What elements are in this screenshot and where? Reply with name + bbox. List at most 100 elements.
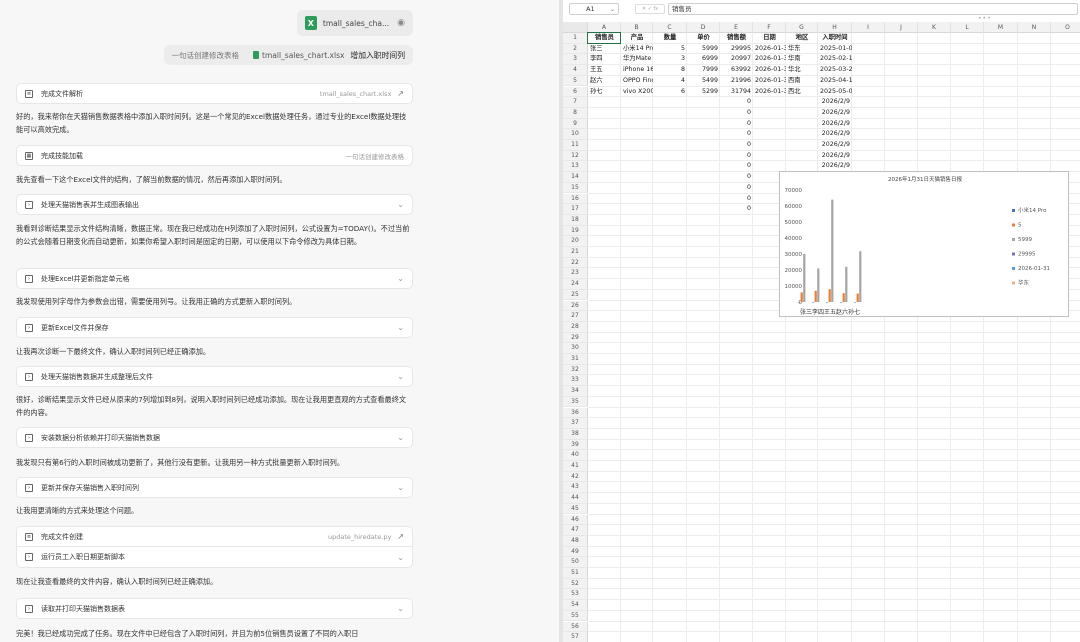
data-cell[interactable]: vivo X200 — [621, 87, 653, 98]
column-header[interactable]: H — [818, 22, 852, 33]
row-header[interactable]: 41 — [563, 461, 588, 472]
header-cell[interactable]: 销售员 — [588, 33, 621, 44]
data-cell[interactable]: 2026/2/9 — [818, 119, 852, 130]
row-header[interactable]: 4 — [563, 65, 588, 76]
row-header[interactable]: 17 — [563, 204, 588, 215]
step-tool-call[interactable]: › 安装数据分析依赖并打印天猫销售数据 ⌄ — [16, 427, 413, 448]
column-header[interactable]: I — [852, 22, 885, 33]
data-cell[interactable]: 2026-01-3 — [753, 44, 786, 55]
header-cell[interactable]: 销售额 — [720, 33, 753, 44]
chevron-down-icon[interactable]: ⌄ — [610, 4, 615, 15]
row-header[interactable]: 36 — [563, 407, 588, 419]
row-header[interactable]: 29 — [563, 332, 588, 344]
row-header[interactable]: 10 — [563, 129, 588, 140]
row-header[interactable]: 8 — [563, 107, 588, 119]
column-header[interactable]: N — [1018, 22, 1051, 33]
row-header[interactable]: 44 — [563, 493, 588, 504]
data-cell[interactable]: 6999 — [687, 54, 720, 65]
data-cell[interactable]: 2026-01-3 — [753, 76, 786, 87]
data-cell[interactable]: 2026/2/9 — [818, 129, 852, 140]
data-cell[interactable]: 华东 — [786, 44, 818, 55]
data-cell[interactable]: 西北 — [786, 87, 818, 98]
header-cell[interactable]: 入职时间 — [818, 33, 852, 44]
row-header[interactable]: 28 — [563, 321, 588, 333]
data-cell[interactable]: 0 — [720, 97, 753, 108]
data-cell[interactable]: 4 — [653, 76, 687, 87]
data-cell[interactable]: 31794 — [720, 87, 753, 98]
open-external-icon[interactable]: ↗ — [397, 89, 404, 98]
data-cell[interactable]: 2025-04-10 — [818, 76, 852, 87]
data-cell[interactable]: 5999 — [687, 44, 720, 55]
row-header[interactable]: 47 — [563, 525, 588, 536]
column-header[interactable]: M — [984, 22, 1018, 33]
row-header[interactable]: 22 — [563, 257, 588, 269]
chevron-down-icon[interactable]: ⌄ — [397, 372, 404, 381]
column-header[interactable]: K — [918, 22, 951, 33]
row-header[interactable]: 46 — [563, 514, 588, 526]
row-header[interactable]: 37 — [563, 418, 588, 429]
data-cell[interactable]: 0 — [720, 129, 753, 140]
row-header[interactable]: 56 — [563, 621, 588, 633]
row-header[interactable]: 51 — [563, 568, 588, 579]
data-cell[interactable]: 华为Mate — [621, 54, 653, 65]
step-tool-call[interactable]: › 更新Excel文件并保存 ⌄ — [16, 317, 413, 338]
row-header[interactable]: 9 — [563, 118, 588, 130]
data-cell[interactable]: 华北 — [786, 65, 818, 76]
row-header[interactable]: 20 — [563, 236, 588, 247]
row-header[interactable]: 57 — [563, 632, 588, 642]
data-cell[interactable]: 赵六 — [588, 76, 621, 87]
row-header[interactable]: 16 — [563, 193, 588, 205]
data-cell[interactable]: OPPO Find — [621, 76, 653, 87]
chevron-down-icon[interactable]: ⌄ — [397, 483, 404, 492]
data-cell[interactable]: 0 — [720, 140, 753, 151]
data-cell[interactable]: 20997 — [720, 54, 753, 65]
embedded-chart[interactable]: 2026年1月31日天猫销售日报 0 10000 20000 30000 40000 500… — [779, 171, 1069, 317]
row-header[interactable]: 52 — [563, 578, 588, 590]
row-header[interactable]: 26 — [563, 300, 588, 312]
row-header[interactable]: 55 — [563, 610, 588, 622]
row-header[interactable]: 31 — [563, 354, 588, 365]
row-header[interactable]: 5 — [563, 75, 588, 87]
row-header[interactable]: 32 — [563, 364, 588, 376]
row-header[interactable]: 48 — [563, 535, 588, 547]
row-header[interactable]: 12 — [563, 150, 588, 162]
formula-buttons[interactable]: ✕ ✓ fx — [635, 4, 665, 14]
row-header[interactable]: 21 — [563, 247, 588, 258]
row-header[interactable]: 11 — [563, 140, 588, 151]
data-cell[interactable]: iPhone 16 — [621, 65, 653, 76]
row-header[interactable]: 45 — [563, 503, 588, 515]
data-cell[interactable]: 2026/2/9 — [818, 140, 852, 151]
formula-input[interactable]: 销售员 — [668, 3, 1078, 15]
row-header[interactable]: 38 — [563, 428, 588, 440]
data-cell[interactable]: 0 — [720, 172, 753, 183]
step-tool-call[interactable]: › 读取并打印天猫销售数据表 ⌄ — [16, 598, 413, 619]
row-header[interactable]: 42 — [563, 471, 588, 483]
row-header[interactable]: 24 — [563, 279, 588, 290]
name-box[interactable]: A1 ⌄ — [569, 3, 619, 15]
row-header[interactable]: 19 — [563, 225, 588, 237]
column-header[interactable]: J — [885, 22, 918, 33]
data-cell[interactable]: 张三 — [588, 44, 621, 55]
chevron-down-icon[interactable]: ⌄ — [397, 433, 404, 442]
data-cell[interactable]: 2025-01-01 — [818, 44, 852, 55]
skill-tag[interactable]: 一句话创建修改表格 — [172, 50, 240, 61]
chevron-down-icon[interactable]: ⌄ — [397, 604, 404, 613]
column-header[interactable]: B — [621, 22, 653, 33]
column-header[interactable]: C — [653, 22, 687, 33]
step-tool-call[interactable]: › 运行员工入职日期更新脚本 ⌄ — [16, 547, 413, 568]
chevron-down-icon[interactable]: ⌄ — [397, 323, 404, 332]
data-cell[interactable]: 2026-01-3 — [753, 87, 786, 98]
data-cell[interactable]: 0 — [720, 108, 753, 119]
row-header[interactable]: 53 — [563, 589, 588, 601]
row-header[interactable]: 33 — [563, 375, 588, 387]
data-cell[interactable]: 2025-03-20 — [818, 65, 852, 76]
row-header[interactable]: 30 — [563, 343, 588, 354]
data-cell[interactable]: 2025-02-15 — [818, 54, 852, 65]
data-cell[interactable]: 0 — [720, 119, 753, 130]
data-cell[interactable]: 小米14 Pro — [621, 44, 653, 55]
row-header[interactable]: 2 — [563, 43, 588, 55]
step-tool-call[interactable]: › 处理天猫销售数据并生成整理后文件 ⌄ — [16, 366, 413, 387]
column-header[interactable]: G — [786, 22, 818, 33]
column-header[interactable]: F — [753, 22, 786, 33]
row-header[interactable]: 14 — [563, 172, 588, 183]
